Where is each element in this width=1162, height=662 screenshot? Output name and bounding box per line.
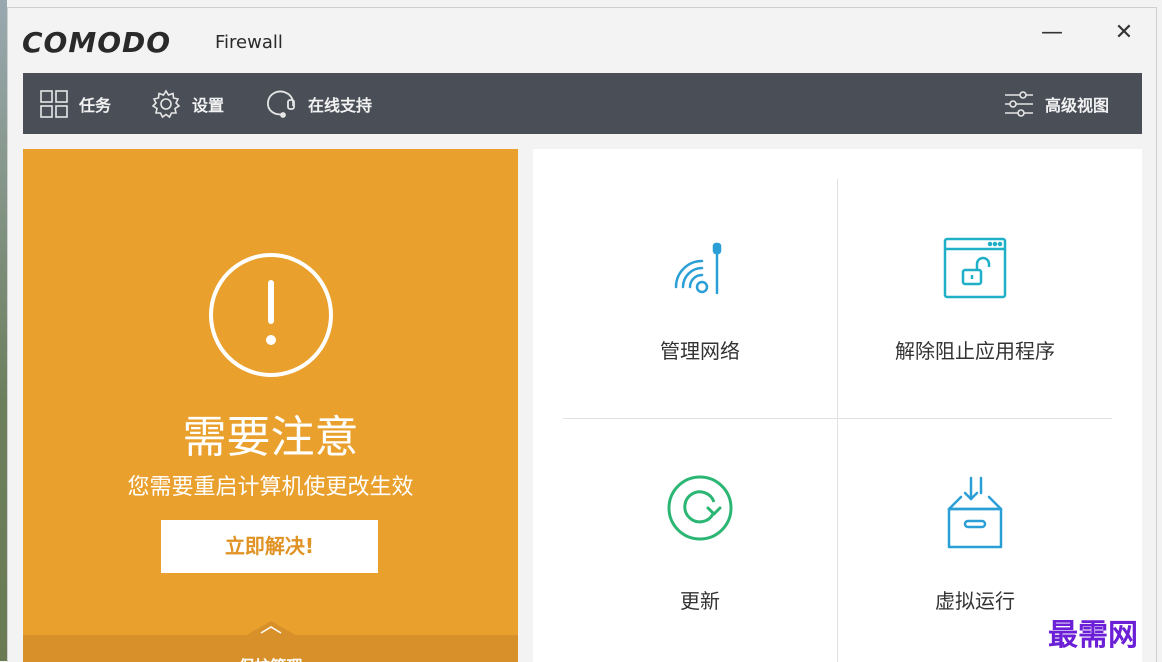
advanced-view-label: 高级视图 (1045, 95, 1110, 115)
minimize-button[interactable]: — (1032, 18, 1072, 48)
advanced-view-button[interactable]: 高级视图 (1003, 73, 1109, 134)
support-label: 在线支持 (308, 95, 373, 115)
status-message: 您需要重启计算机使更改生效 (127, 475, 414, 500)
tasks-button[interactable]: 任务 (39, 73, 111, 134)
wifi-network-icon (563, 241, 837, 301)
toolbar: 任务 设置 在线支持 高级视图 (23, 73, 1142, 134)
chevron-up-icon[interactable] (243, 621, 299, 641)
manage-network-label: 管理网络 (660, 339, 740, 363)
unblock-apps-tile[interactable]: 解除阻止应用程序 (838, 179, 1112, 418)
update-label: 更新 (680, 589, 720, 613)
warning-icon (208, 252, 334, 382)
product-name: Firewall (215, 32, 283, 53)
tasks-label: 任务 (79, 95, 112, 115)
close-button[interactable]: ✕ (1104, 18, 1144, 48)
app-window: COMODO Firewall — ✕ 任务 设置 在线支持 高级视图 需要注意… (7, 7, 1157, 662)
title-bar: COMODO Firewall — ✕ (8, 8, 1156, 73)
headset-icon (264, 88, 298, 120)
status-panel: 需要注意 您需要重启计算机使更改生效 立即解决! 保护管理 (23, 149, 518, 662)
tasks-panel: 管理网络 解除阻止应用程序 更新 虚拟运行 (533, 149, 1142, 662)
unblock-apps-label: 解除阻止应用程序 (895, 339, 1055, 363)
update-tile[interactable]: 更新 (563, 419, 837, 658)
sandbox-box-icon (838, 475, 1112, 551)
settings-button[interactable]: 设置 (150, 73, 224, 134)
brand-logo: COMODO (22, 26, 172, 59)
refresh-icon (563, 474, 837, 542)
settings-label: 设置 (192, 95, 225, 115)
status-title: 需要注意 (182, 412, 359, 463)
watermark: 最需网 (1048, 618, 1138, 653)
unlock-window-icon (838, 236, 1112, 300)
desktop-edge (0, 0, 7, 661)
grid-icon (39, 89, 69, 119)
gear-icon (150, 88, 182, 120)
support-button[interactable]: 在线支持 (264, 73, 372, 134)
manage-network-tile[interactable]: 管理网络 (563, 179, 837, 418)
fix-now-button[interactable]: 立即解决! (161, 520, 378, 573)
sliders-icon (1003, 89, 1035, 119)
